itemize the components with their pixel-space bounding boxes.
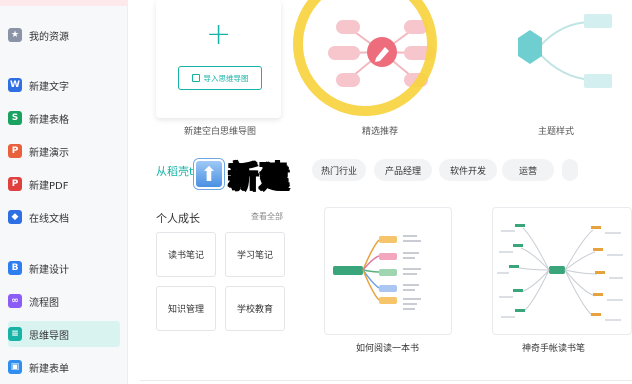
sidebar-item-new-sheet[interactable]: S 新建表格 <box>8 105 120 131</box>
new-blank-mindmap-caption: 新建空白思维导图 <box>184 127 257 137</box>
pdf-icon: P <box>8 177 22 191</box>
sidebar-item-mindmap[interactable]: ≡ 思维导图 <box>8 321 120 347</box>
sidebar-item-label: 新建演示 <box>29 147 69 159</box>
template-thumbnail <box>333 235 421 310</box>
tag-study-notes[interactable]: 学习笔记 <box>225 232 285 277</box>
chip-label: 热门行业 <box>320 166 357 177</box>
chip-software-dev[interactable]: 软件开发 <box>439 159 497 181</box>
theme-style-caption: 主题样式 <box>538 127 575 137</box>
sidebar-item-new-slides[interactable]: P 新建演示 <box>8 138 120 164</box>
sidebar-item-label: 在线文档 <box>29 213 69 225</box>
new-blank-mindmap-card[interactable]: + 导入思维导图 <box>156 0 281 118</box>
sheet-icon: S <box>8 111 22 125</box>
divider <box>140 380 632 381</box>
tag-label: 学校教育 <box>236 305 273 315</box>
see-all-link[interactable]: 查看全部 <box>251 211 283 222</box>
tag-label: 学习笔记 <box>236 251 273 261</box>
up-arrow-icon: ⬆ <box>194 159 224 189</box>
tag-reading-notes[interactable]: 读书笔记 <box>156 232 216 277</box>
import-mindmap-label: 导入思维导图 <box>203 73 249 83</box>
sidebar-item-label: 新建表单 <box>29 363 69 375</box>
overlay-text: 新建 <box>227 159 290 196</box>
sidebar-item-new-design[interactable]: B 新建设计 <box>8 255 120 281</box>
sidebar-item-label: 新建设计 <box>29 264 69 276</box>
sidebar-item-label: 新建文字 <box>29 81 69 93</box>
sidebar-item-label: 我的资源 <box>29 31 69 43</box>
sidebar-item-flowchart[interactable]: ∞ 流程图 <box>8 288 120 314</box>
chip-more[interactable] <box>562 159 578 181</box>
mindmap-icon: ≡ <box>8 327 22 341</box>
template-thumbnail <box>497 224 623 321</box>
recommend-caption: 精选推荐 <box>362 127 399 137</box>
tag-label: 知识管理 <box>167 305 204 315</box>
import-mindmap-button[interactable]: 导入思维导图 <box>178 66 262 90</box>
chip-hot-industry[interactable]: 热门行业 <box>312 159 366 181</box>
design-icon: B <box>8 261 22 275</box>
sidebar-top-strip <box>0 0 128 6</box>
chip-product-manager[interactable]: 产品经理 <box>374 159 432 181</box>
slides-icon: P <box>8 144 22 158</box>
chip-label: 产品经理 <box>384 166 421 177</box>
star-folder-icon: ★ <box>8 28 22 42</box>
sidebar-item-online-doc[interactable]: ◆ 在线文档 <box>8 204 120 230</box>
template-source-label: 从稻壳t <box>156 165 194 178</box>
cloud-doc-icon: ◆ <box>8 210 22 224</box>
overlay-new-label: ⬆ 新建 <box>194 154 290 196</box>
template-card-how-to-read[interactable] <box>324 207 452 335</box>
flowchart-icon: ∞ <box>8 294 22 308</box>
template-card-notebook[interactable] <box>492 207 632 335</box>
theme-mindmap-illustration <box>518 14 612 88</box>
chip-label: 软件开发 <box>449 166 486 177</box>
sidebar-item-label: 新建PDF <box>29 180 69 192</box>
tag-label: 读书笔记 <box>167 251 204 261</box>
word-doc-icon: W <box>8 78 22 92</box>
sidebar-item-new-text[interactable]: W 新建文字 <box>8 72 120 98</box>
tag-knowledge-mgmt[interactable]: 知识管理 <box>156 286 216 331</box>
template-caption: 神奇手帐读书笔 <box>522 344 586 354</box>
chip-label: 运营 <box>518 166 537 177</box>
import-icon <box>191 74 200 82</box>
sidebar-item-my-resources[interactable]: ★ 我的资源 <box>8 22 120 48</box>
sidebar-item-label: 思维导图 <box>29 330 69 342</box>
sidebar-item-label: 新建表格 <box>29 114 69 126</box>
sidebar: ★ 我的资源 W 新建文字 S 新建表格 P 新建演示 P 新建PDF ◆ 在线… <box>0 0 128 384</box>
template-caption: 如何阅读一本书 <box>356 344 420 354</box>
section-title-personal-growth: 个人成长 <box>156 212 200 225</box>
theme-style-card[interactable] <box>492 0 632 118</box>
form-icon: ▣ <box>8 360 22 374</box>
sidebar-item-new-form[interactable]: ▣ 新建表单 <box>8 354 120 380</box>
plus-icon: + <box>206 17 232 52</box>
chip-operations[interactable]: 运营 <box>502 159 554 181</box>
sidebar-item-label: 流程图 <box>29 297 59 309</box>
sidebar-item-new-pdf[interactable]: P 新建PDF <box>8 171 120 197</box>
tag-school-education[interactable]: 学校教育 <box>225 286 285 331</box>
